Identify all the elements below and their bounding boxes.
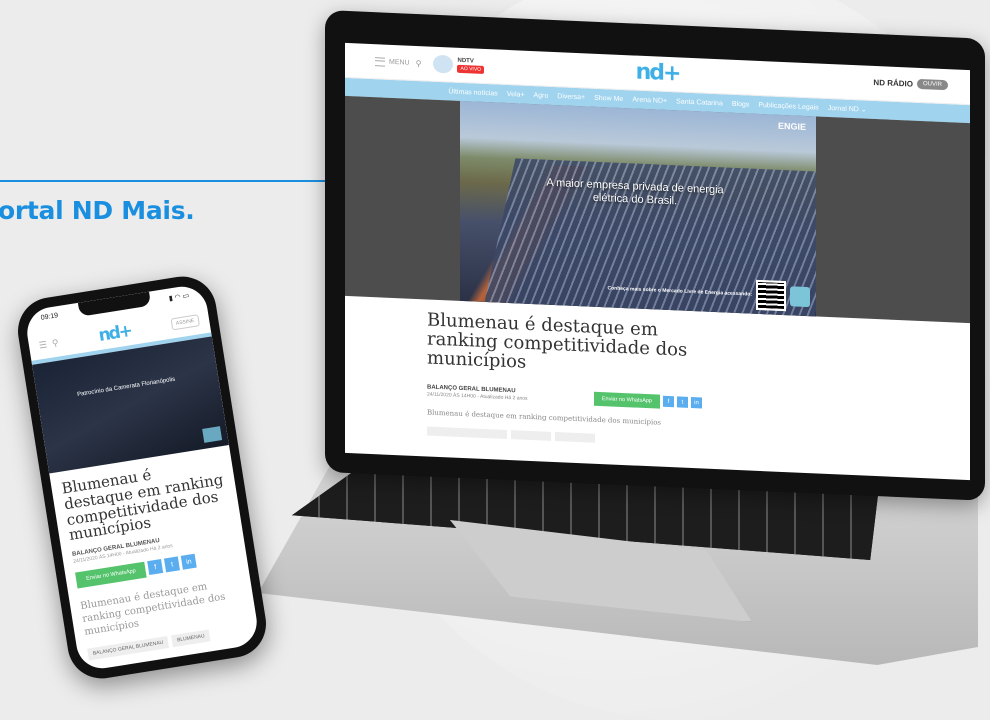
ndtv-label: NDTV — [457, 57, 474, 64]
engie-ad[interactable]: ENGIE A maior empresa privada de energia… — [460, 100, 816, 317]
ndtv-avatar[interactable] — [433, 54, 454, 74]
menu-label: MENU — [389, 58, 410, 67]
article-meta: BALANÇO GERAL BLUMENAU 24/11/2020 ÀS 14H… — [427, 384, 702, 410]
radio-player[interactable]: ND RÁDIO OUVIR — [873, 77, 948, 91]
facebook-icon[interactable]: f — [147, 559, 164, 576]
radio-label: ND RÁDIO — [873, 77, 913, 89]
engie-logo: ENGIE — [777, 120, 806, 133]
twitter-icon[interactable]: t — [164, 556, 181, 573]
facebook-icon[interactable]: f — [663, 395, 674, 408]
nav-item[interactable]: Agro — [534, 92, 549, 100]
subscribe-button[interactable]: ASSINE — [170, 314, 201, 331]
caption: ortal ND Mais. — [0, 196, 195, 225]
nav-item[interactable]: Publicações Legais — [758, 101, 818, 111]
ad-logo-icon — [202, 426, 223, 443]
whatsapp-share-button[interactable]: Enviar no WhatsApp — [593, 391, 660, 409]
site-logo[interactable]: nd+ — [97, 321, 132, 346]
ndtv-live[interactable]: NDTV AO VIVO — [457, 57, 485, 74]
tag-placeholder[interactable] — [511, 429, 551, 441]
laptop-lid: MENU ⚲ NDTV AO VIVO nd+ ND RÁDIO OUVIR Ú… — [325, 10, 985, 501]
nav-item[interactable]: Show Me — [594, 94, 623, 102]
hamburger-icon[interactable]: ☰ — [38, 339, 48, 351]
phone: 09:19 ▮ ◠ ▭ ☰ ⚲ nd+ ASSINE Patrocínio da… — [13, 271, 271, 684]
nav-item[interactable]: Jornal ND ⌄ — [828, 104, 867, 114]
article-title: Blumenau é destaque em ranking competiti… — [427, 309, 688, 373]
ad-area: ENGIE A maior empresa privada de energia… — [345, 95, 970, 324]
nav-item[interactable]: Últimas notícias — [448, 88, 497, 97]
nav-item[interactable]: Blogs — [732, 100, 750, 108]
byline: BALANÇO GERAL BLUMENAU 24/11/2020 ÀS 14H… — [427, 385, 528, 402]
article: Blumenau é destaque em ranking competiti… — [345, 296, 970, 459]
ad-cta: Conheça mais sobre o Mercado Livre de En… — [607, 285, 753, 298]
nav-item[interactable]: Santa Catarina — [676, 98, 723, 107]
menu-button[interactable]: MENU — [375, 56, 410, 68]
phone-nav-icons: ☰ ⚲ — [38, 337, 59, 351]
linkedin-icon[interactable]: in — [180, 553, 197, 570]
ad-logo-icon — [790, 286, 810, 308]
tag-placeholder[interactable] — [555, 431, 595, 443]
share-bar: Enviar no WhatsApp f t in — [593, 391, 702, 410]
live-badge: AO VIVO — [457, 64, 485, 74]
nav-item[interactable]: Diversa+ — [557, 93, 585, 101]
tag[interactable]: BLUMENAU — [171, 629, 211, 648]
site-logo[interactable]: nd+ — [636, 60, 680, 87]
hamburger-icon — [375, 56, 385, 67]
twitter-icon[interactable]: t — [677, 396, 688, 409]
search-icon[interactable]: ⚲ — [51, 337, 59, 349]
tag-placeholder[interactable] — [427, 426, 507, 439]
listen-button[interactable]: OUVIR — [916, 78, 948, 91]
tag[interactable]: BALANÇO GERAL BLUMENAU — [87, 635, 170, 661]
phone-screen: 09:19 ▮ ◠ ▭ ☰ ⚲ nd+ ASSINE Patrocínio da… — [23, 283, 261, 672]
nav-item[interactable]: Arena ND+ — [632, 96, 667, 105]
qr-code-icon — [756, 279, 786, 312]
phone-ad-text: Patrocínio da Camerata Florianópolis — [76, 376, 176, 399]
search-icon[interactable]: ⚲ — [416, 58, 422, 67]
laptop-screen: MENU ⚲ NDTV AO VIVO nd+ ND RÁDIO OUVIR Ú… — [345, 42, 970, 481]
linkedin-icon[interactable]: in — [691, 397, 702, 409]
clock: 09:19 — [40, 312, 59, 322]
nav-item[interactable]: Vela+ — [507, 90, 525, 98]
